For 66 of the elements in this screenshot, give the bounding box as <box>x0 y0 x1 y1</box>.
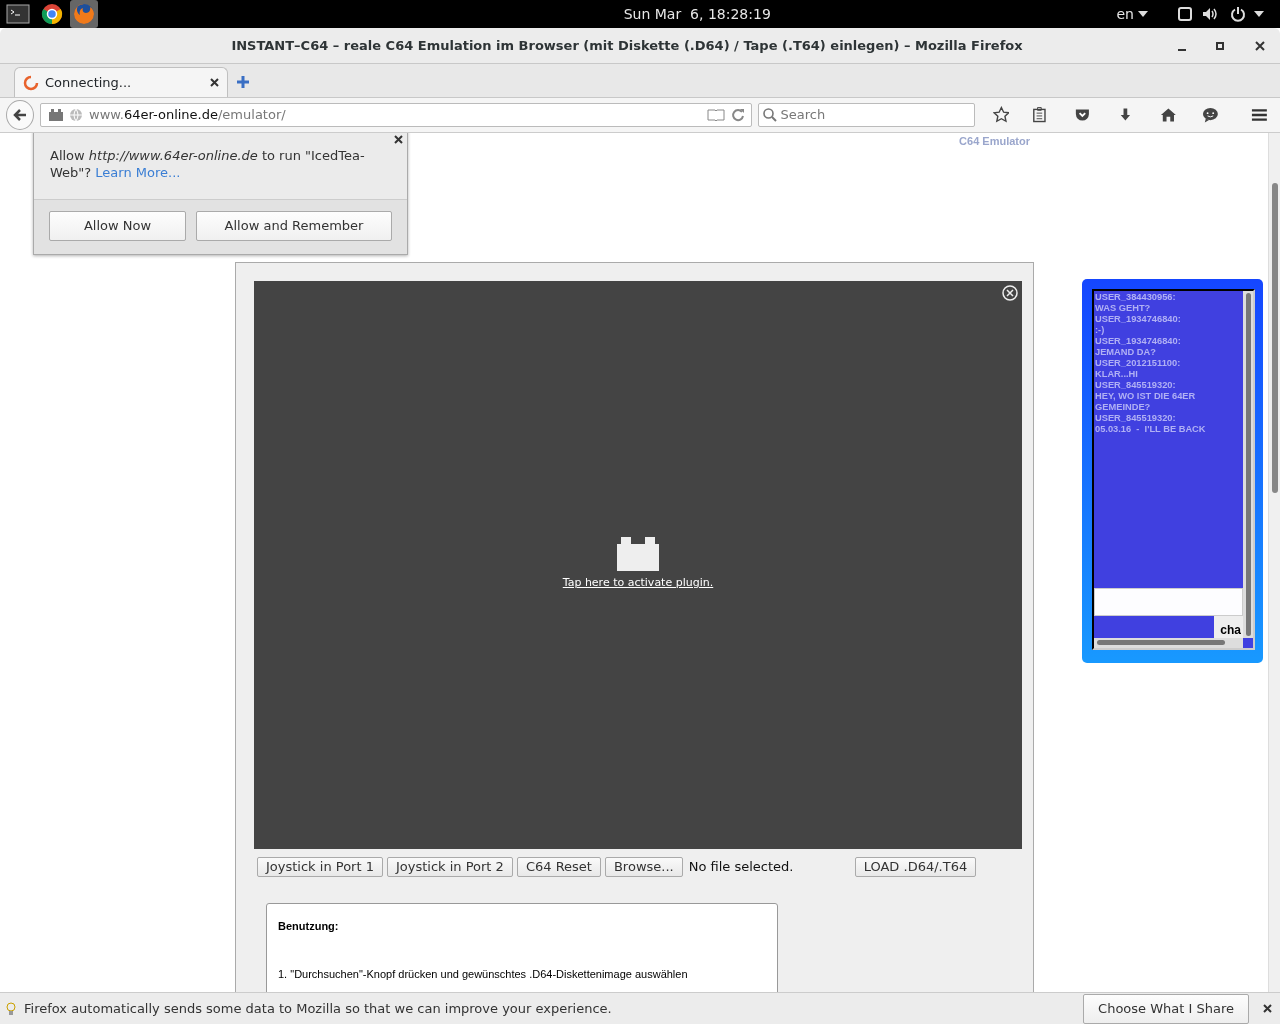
volume-icon <box>1202 7 1218 21</box>
clock: Sun Mar 6, 18:28:19 <box>622 4 771 24</box>
choose-share-button[interactable]: Choose What I Share <box>1083 993 1249 1024</box>
close-icon <box>394 135 403 144</box>
close-icon <box>1002 284 1018 301</box>
close-icon <box>1254 39 1266 52</box>
chat-bubble-icon[interactable] <box>1202 106 1220 124</box>
horizontal-scrollbar[interactable] <box>1094 637 1243 648</box>
maximize-icon <box>1214 39 1226 52</box>
terminal-icon[interactable] <box>6 3 30 25</box>
globe-icon <box>69 108 84 122</box>
url-text: www.64er-online.de/emulator/ <box>89 106 287 125</box>
breadcrumb: C64 Emulator <box>959 134 1030 149</box>
power-icon[interactable] <box>1230 6 1246 22</box>
plugin-icon[interactable] <box>49 109 64 121</box>
reading-list-icon[interactable] <box>1031 106 1049 124</box>
window-close-button[interactable] <box>1254 39 1266 52</box>
search-field[interactable]: Search <box>757 103 975 127</box>
chat-log: USER_384430956: WAS GEHT? USER_1934746840: :-) USER_1934746840: JEMAND DA? USER_2012151100: KLAR...HI USER_845519320: HEY, WO IST DIE 64ER GEMEINDE? USER_845519320: 05.03.16 - I'LL BE BACK <box>1094 290 1207 436</box>
browser-tab[interactable]: Connecting... <box>14 67 228 97</box>
vertical-scrollbar[interactable] <box>1243 290 1253 638</box>
file-status: No file selected. <box>688 857 795 876</box>
back-button[interactable] <box>6 100 35 130</box>
language-selector[interactable]: en <box>1116 3 1134 25</box>
close-icon[interactable] <box>210 78 219 87</box>
browse-button[interactable]: Browse... <box>604 856 683 877</box>
plugin-brick-icon <box>617 537 659 572</box>
close-button[interactable] <box>394 135 403 144</box>
home-icon[interactable] <box>1159 106 1177 124</box>
close-button[interactable] <box>1263 1004 1272 1013</box>
emulator-button[interactable]: Joystick in Port 2 <box>386 856 513 877</box>
window-maximize-button[interactable] <box>1214 39 1226 52</box>
firefox-icon[interactable] <box>72 2 96 26</box>
tab-title: Connecting... <box>45 73 133 92</box>
back-arrow-icon <box>12 107 29 123</box>
permission-message: Allow http://www.64er-online.de to run "IcedTea-Web"? Learn More... <box>50 147 366 181</box>
pocket-icon[interactable] <box>1074 106 1091 124</box>
learn-more-link[interactable]: Learn More... <box>95 165 181 180</box>
search-icon <box>762 108 777 122</box>
menu-icon[interactable] <box>1251 106 1268 124</box>
reload-icon[interactable] <box>730 108 745 122</box>
new-tab-icon[interactable] <box>236 75 250 89</box>
minimize-icon <box>1178 48 1186 51</box>
emulator-button[interactable]: Joystick in Port 1 <box>257 856 383 877</box>
close-icon <box>1263 1004 1272 1013</box>
search-placeholder: Search <box>780 106 826 125</box>
activate-plugin-link[interactable]: Tap here to activate plugin. <box>562 575 714 592</box>
loading-spinner-icon <box>23 74 39 91</box>
caret-icon[interactable] <box>1254 11 1264 17</box>
page-scrollbar[interactable] <box>1268 133 1280 992</box>
bookmark-star-icon[interactable] <box>992 106 1010 124</box>
lightbulb-icon <box>6 1001 16 1016</box>
emulator-button[interactable]: C64 Reset <box>516 856 601 877</box>
window-icon <box>1178 7 1192 21</box>
emulator-button[interactable]: LOAD .D64/.T64 <box>854 856 977 877</box>
chat-send-button[interactable]: cha <box>1214 615 1243 638</box>
caret-icon[interactable] <box>1138 11 1148 17</box>
address-bar[interactable]: www.64er-online.de/emulator/ <box>40 103 752 127</box>
chrome-icon[interactable] <box>40 2 64 26</box>
notification-message: Firefox automatically sends some data to Mozilla so that we can improve your experience. <box>24 999 613 1018</box>
window-title: INSTANT–C64 – reale C64 Emulation im Browser (mit Diskette (.D64) / Tape (.T64) einlegen) – Mozilla Firefox <box>230 36 1024 55</box>
usage-step: 1. "Durchsuchen"-Knopf drücken und gewünschtes .D64-Diskettenimage auswählen <box>278 966 766 983</box>
usage-title: Benutzung: <box>278 918 340 934</box>
permission-button[interactable]: Allow and Remember <box>196 211 392 241</box>
chat-input[interactable] <box>1094 587 1243 616</box>
permission-button[interactable]: Allow Now <box>49 211 186 241</box>
